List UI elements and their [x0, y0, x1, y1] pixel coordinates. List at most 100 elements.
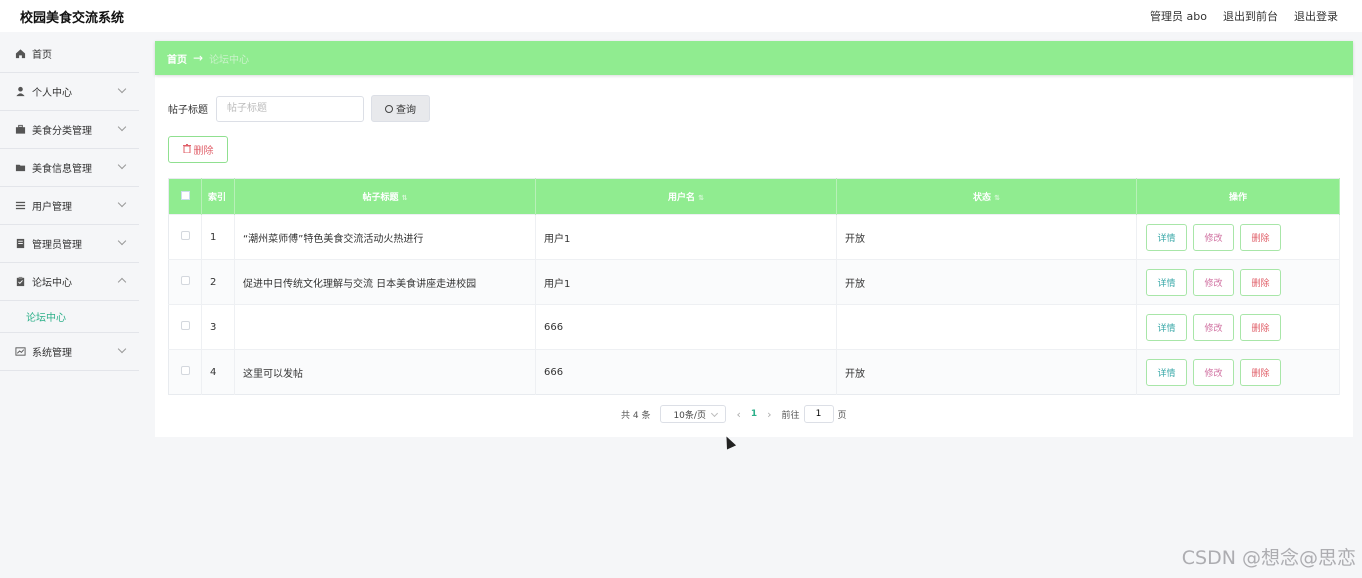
arrow-right-icon: → — [193, 51, 204, 65]
detail-button[interactable]: 详情 — [1146, 268, 1187, 296]
main-content: 首页 → 论坛中心 帖子标题 查询 删除 索引 帖子标题⇅ 用户名⇅ 状态⇅ 操… — [155, 41, 1353, 437]
cell-actions: 详情 修改 删除 — [1136, 349, 1340, 395]
cell-username: 666 — [535, 304, 837, 350]
select-all-checkbox[interactable] — [180, 190, 190, 200]
document-icon — [14, 238, 26, 250]
search-row: 帖子标题 查询 — [168, 95, 430, 122]
header-actions: 操作 — [1136, 178, 1340, 215]
top-actions: 管理员 abo 退出到前台 退出登录 — [1150, 8, 1338, 24]
chevron-down-icon — [117, 84, 127, 94]
cell-index: 2 — [201, 259, 235, 305]
page-number-current[interactable]: 1 — [751, 409, 757, 419]
sidebar-item-label: 美食信息管理 — [32, 164, 92, 175]
cell-title: 这里可以发帖 — [234, 349, 536, 395]
detail-button[interactable]: 详情 — [1146, 358, 1187, 386]
briefcase-icon — [14, 124, 26, 136]
row-checkbox[interactable] — [180, 366, 190, 375]
chevron-down-icon — [117, 344, 127, 354]
chevron-down-icon — [117, 122, 127, 132]
list-icon — [14, 200, 26, 212]
cell-index: 3 — [201, 304, 235, 350]
exit-to-front-link[interactable]: 退出到前台 — [1223, 8, 1278, 24]
sidebar-item-home[interactable]: 首页 — [0, 35, 139, 73]
row-checkbox-cell — [168, 349, 202, 395]
chevron-down-icon — [117, 160, 127, 170]
edit-button[interactable]: 修改 — [1193, 313, 1234, 341]
chevron-down-icon — [117, 198, 127, 208]
sidebar-item-label: 美食分类管理 — [32, 126, 92, 137]
sidebar-item-forum[interactable]: 论坛中心 — [0, 263, 139, 301]
sidebar-item-system[interactable]: 系统管理 — [0, 333, 139, 371]
batch-delete-button[interactable]: 删除 — [168, 136, 228, 163]
prev-page-button[interactable]: ‹ — [736, 408, 740, 421]
goto-page-input[interactable] — [803, 405, 834, 423]
batch-delete-label: 删除 — [193, 146, 214, 157]
top-bar: 校园美食交流系统 管理员 abo 退出到前台 退出登录 — [0, 0, 1362, 32]
delete-button[interactable]: 删除 — [1240, 223, 1281, 251]
cell-username: 666 — [535, 349, 837, 395]
header-title[interactable]: 帖子标题 ⇅ — [234, 178, 536, 215]
cell-index: 1 — [201, 214, 235, 260]
posts-table: 索引 帖子标题 ⇅ 用户名 ⇅ 状态 ⇅ 操作 1 “潮州菜师傅”特色美食交流活动火热… — [168, 178, 1340, 395]
delete-button[interactable]: 删除 — [1240, 268, 1281, 296]
pagination: 共 4 条 10条/页 ‹ 1 › 前往 页 — [621, 405, 847, 423]
sidebar-item-admins[interactable]: 管理员管理 — [0, 225, 139, 263]
trash-icon — [182, 143, 191, 156]
app-title: 校园美食交流系统 — [20, 11, 125, 26]
home-icon — [14, 48, 26, 60]
table-row: 3 666 详情 修改 删除 — [168, 304, 1340, 350]
sidebar-item-label: 系统管理 — [32, 348, 72, 359]
sidebar-item-label: 首页 — [32, 50, 52, 61]
breadcrumb-current: 论坛中心 — [209, 54, 250, 66]
sidebar-subitem-forum-center[interactable]: 论坛中心 — [0, 301, 139, 333]
search-input[interactable] — [216, 95, 364, 122]
user-icon — [14, 86, 26, 98]
detail-button[interactable]: 详情 — [1146, 223, 1187, 251]
sidebar-item-personal[interactable]: 个人中心 — [0, 73, 139, 111]
chart-icon — [14, 346, 26, 358]
page-size-value: 10条/页 — [673, 410, 706, 421]
header-index: 索引 — [201, 178, 235, 215]
breadcrumb-home[interactable]: 首页 — [167, 51, 187, 66]
row-checkbox[interactable] — [180, 321, 190, 330]
clipboard-icon — [14, 276, 26, 288]
sidebar-item-food-category[interactable]: 美食分类管理 — [0, 111, 139, 149]
cell-actions: 详情 修改 删除 — [1136, 304, 1340, 350]
row-checkbox-cell — [168, 214, 202, 260]
table-row: 2 促进中日传统文化理解与交流 日本美食讲座走进校园 用户1 开放 详情 修改 … — [168, 259, 1340, 305]
search-icon — [385, 104, 393, 113]
logout-link[interactable]: 退出登录 — [1294, 8, 1338, 24]
page-suffix: 页 — [837, 410, 847, 421]
chevron-up-icon — [117, 277, 127, 287]
header-index-label: 索引 — [208, 193, 227, 203]
search-button[interactable]: 查询 — [371, 95, 430, 122]
sort-icon[interactable]: ⇅ — [698, 194, 704, 202]
detail-button[interactable]: 详情 — [1146, 313, 1187, 341]
edit-button[interactable]: 修改 — [1193, 268, 1234, 296]
edit-button[interactable]: 修改 — [1193, 358, 1234, 386]
page-size-select[interactable]: 10条/页 — [660, 405, 727, 423]
cell-index: 4 — [201, 349, 235, 395]
sort-icon[interactable]: ⇅ — [402, 194, 408, 202]
sidebar-item-label: 管理员管理 — [32, 240, 82, 251]
table-row: 1 “潮州菜师傅”特色美食交流活动火热进行 用户1 开放 详情 修改 删除 — [168, 214, 1340, 260]
sidebar: 首页 个人中心 美食分类管理 美食信息管理 用户管理 管理员管理 论坛中心 论坛… — [0, 35, 139, 578]
row-checkbox[interactable] — [180, 276, 190, 285]
cell-status: 开放 — [836, 259, 1137, 305]
sidebar-item-food-info[interactable]: 美食信息管理 — [0, 149, 139, 187]
chevron-down-icon — [117, 236, 127, 246]
sort-icon[interactable]: ⇅ — [994, 194, 1000, 202]
select-all-cell — [168, 178, 202, 215]
edit-button[interactable]: 修改 — [1193, 223, 1234, 251]
row-checkbox-cell — [168, 304, 202, 350]
row-checkbox[interactable] — [180, 231, 190, 240]
sidebar-item-users[interactable]: 用户管理 — [0, 187, 139, 225]
cell-actions: 详情 修改 删除 — [1136, 259, 1340, 305]
header-username[interactable]: 用户名 ⇅ — [535, 178, 837, 215]
header-status[interactable]: 状态 ⇅ — [836, 178, 1137, 215]
delete-button[interactable]: 删除 — [1240, 313, 1281, 341]
cell-title — [234, 304, 536, 350]
delete-button[interactable]: 删除 — [1240, 358, 1281, 386]
next-page-button[interactable]: › — [767, 408, 771, 421]
breadcrumb: 首页 → 论坛中心 — [155, 41, 1353, 75]
